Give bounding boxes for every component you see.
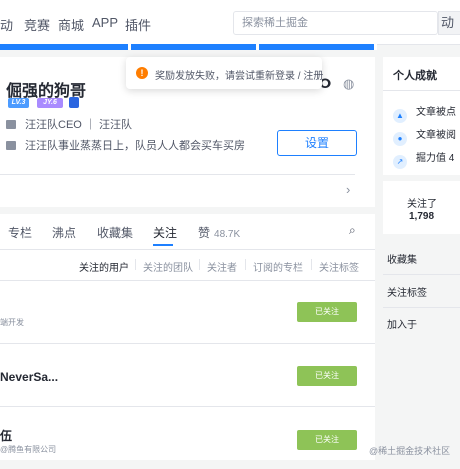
following-card[interactable]: 关注了 1,798: [383, 181, 460, 234]
list-item[interactable]: NeverSa... 已关注: [0, 344, 375, 407]
nav-item-activity[interactable]: 动: [0, 15, 13, 34]
tab-likes[interactable]: 赞 48.7K: [198, 224, 240, 241]
nav-item-shop[interactable]: 商城: [58, 15, 84, 34]
user-description: @腾鱼有限公司: [0, 445, 57, 454]
tabs-divider: [0, 249, 375, 250]
subtab-separator: [199, 259, 200, 270]
profile-position: 汪汪队CEO ｜ 汪汪队: [25, 119, 132, 131]
thumb-up-icon: ▲: [393, 109, 407, 123]
followed-button[interactable]: 已关注: [297, 366, 357, 386]
tab-following[interactable]: 关注: [153, 224, 177, 241]
sidebar-link-followed-tags[interactable]: 关注标签: [387, 284, 427, 299]
subtab-followers[interactable]: 关注者: [207, 259, 237, 274]
sidebar-divider: [383, 274, 460, 275]
tab-column[interactable]: 专栏: [8, 224, 32, 241]
banner-divider: [128, 44, 131, 50]
search-box: [233, 11, 440, 35]
search-button[interactable]: 动: [438, 11, 460, 35]
settings-button[interactable]: 设置: [277, 130, 357, 156]
stat-juejin-power: ↗ 掘力值 4: [393, 149, 454, 169]
stat-label: 文章被点: [416, 107, 456, 118]
tab-pins[interactable]: 沸点: [52, 224, 76, 241]
following-label: 关注了: [407, 199, 437, 210]
level-badge: LV.3: [8, 98, 29, 108]
followed-button[interactable]: 已关注: [297, 430, 357, 450]
stat-article-views: ● 文章被阅: [393, 126, 456, 146]
sidebar-link-collections[interactable]: 收藏集: [387, 251, 417, 266]
jy-badge: JY.6: [37, 98, 63, 108]
sidebar-joined-at: 加入于: [387, 320, 417, 331]
user-description: 端开发: [0, 318, 24, 327]
user-name[interactable]: NeverSa...: [0, 370, 58, 384]
watermark: @稀土掘金技术社区: [369, 446, 451, 456]
chevron-right-icon[interactable]: ›: [346, 182, 350, 197]
achievements-card: 个人成就 ▲ 文章被点 ● 文章被阅 ↗ 掘力值 4: [383, 57, 460, 175]
subtab-followed-teams[interactable]: 关注的团队: [143, 259, 193, 274]
achievements-title: 个人成就: [393, 70, 437, 82]
stat-label: 掘力值 4: [416, 153, 455, 164]
stat-article-likes: ▲ 文章被点: [393, 103, 456, 123]
tab-likes-label: 赞: [198, 226, 211, 240]
eye-icon: ●: [393, 132, 407, 146]
nav-item-competition[interactable]: 竞赛: [24, 15, 50, 34]
toast-message: 奖励发放失败，请尝试重新登录 / 注册: [155, 71, 324, 82]
list-item[interactable]: 端开发 已关注: [0, 281, 375, 344]
subtab-followed-tags[interactable]: 关注标签: [319, 259, 359, 274]
followed-button[interactable]: 已关注: [297, 302, 357, 322]
toast-notification: ! 奖励发放失败，请尝试重新登录 / 注册: [126, 57, 324, 89]
subtab-separator: [135, 259, 136, 270]
profile-banner: [0, 44, 377, 50]
nav-item-plugins[interactable]: 插件: [125, 15, 151, 34]
profile-divider: [0, 174, 355, 175]
tab-likes-count: 48.7K: [214, 229, 241, 240]
activity-tabs-card: 专栏 沸点 收藏集 关注 赞 48.7K ⌕ 关注的用户 关注的团队 关注者 订阅…: [0, 214, 375, 460]
profile-bio-row: 汪汪队事业蒸蒸日上，队员人人都会买车买房: [6, 137, 245, 153]
nav-item-app[interactable]: APP: [92, 15, 118, 30]
subtab-separator: [311, 259, 312, 270]
chart-icon: ↗: [393, 155, 407, 169]
top-navbar: 动 竞赛 商城 APP 插件 动: [0, 0, 460, 45]
search-icon[interactable]: ⌕: [349, 223, 356, 238]
banner-divider: [374, 44, 377, 50]
subtab-followed-users[interactable]: 关注的用户: [79, 259, 129, 274]
profile-position-row: 汪汪队CEO ｜ 汪汪队: [6, 116, 132, 132]
subtab-subscribed-columns[interactable]: 订阅的专栏: [253, 259, 303, 274]
banner-divider: [256, 44, 259, 50]
following-count: 1,798: [409, 211, 435, 222]
subtab-separator: [245, 259, 246, 270]
verified-icon: [69, 97, 79, 108]
globe-icon[interactable]: ◍: [343, 76, 354, 92]
sidebar-divider: [383, 307, 460, 308]
active-tab-indicator: [153, 244, 173, 246]
warning-icon: !: [136, 67, 148, 79]
achievements-divider: [383, 90, 460, 91]
tab-collections[interactable]: 收藏集: [97, 224, 133, 241]
stat-label: 文章被阅: [416, 130, 456, 141]
user-name[interactable]: 伍: [0, 427, 12, 444]
profile-bio: 汪汪队事业蒸蒸日上，队员人人都会买车买房: [25, 140, 245, 152]
id-card-icon: [6, 141, 16, 150]
briefcase-icon: [6, 120, 16, 129]
search-input[interactable]: [234, 12, 440, 34]
